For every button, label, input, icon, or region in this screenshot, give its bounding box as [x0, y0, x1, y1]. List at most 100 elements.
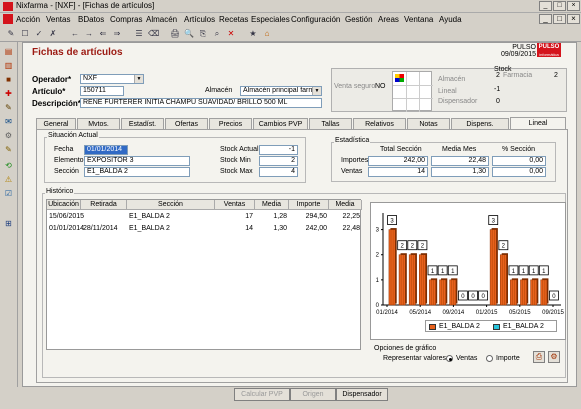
chart-options-title: Opciones de gráfico: [374, 345, 437, 352]
col-pct-seccion: % Sección: [502, 146, 536, 153]
stock-min-label: Stock Min: [220, 157, 251, 164]
title-bar: Nixfarma - [NXF] - [Fichas de artículos]…: [0, 0, 581, 13]
calcular-pvp-button[interactable]: Calcular PVP: [234, 388, 290, 401]
origen-button[interactable]: Origen: [290, 388, 336, 401]
x-tick-label: 09/2014: [443, 310, 465, 316]
favorite-icon[interactable]: ★: [248, 29, 258, 39]
home-icon[interactable]: ⌂: [262, 29, 272, 39]
importes-media: 22,48: [431, 156, 489, 166]
col-seccion[interactable]: Sección: [127, 200, 215, 210]
ventas-total: 14: [368, 167, 428, 177]
stock-actual-label: Stock Actual: [220, 146, 259, 153]
seccion-input[interactable]: E1_BALDA 2: [84, 167, 190, 177]
menu-recetas[interactable]: Recetas: [219, 15, 248, 24]
menu-ventas[interactable]: Ventas: [46, 15, 70, 24]
menu-accion[interactable]: Acción: [16, 15, 40, 24]
find-icon[interactable]: ⌕: [212, 29, 222, 39]
purchases-icon[interactable]: ▥: [3, 60, 14, 71]
stock-icon[interactable]: ■: [3, 74, 14, 85]
col-media-importe[interactable]: Media: [329, 200, 362, 210]
first-icon[interactable]: ⇐: [98, 29, 108, 39]
pencil-icon[interactable]: ✎: [3, 144, 14, 155]
menu-bdatos[interactable]: BDatos: [78, 15, 104, 24]
stock-farmacia-value: 2: [554, 72, 558, 79]
descripcion-input[interactable]: RENE FURTERER INITIA CHAMPU SUAVIDAD/ BR…: [80, 98, 322, 108]
edit-icon[interactable]: ✎: [3, 102, 14, 113]
menu-configuracion[interactable]: Configuración: [291, 15, 340, 24]
copy-icon[interactable]: ⎘: [198, 29, 208, 39]
grid-icon[interactable]: ⊞: [3, 218, 14, 229]
warning-icon[interactable]: ⚠: [3, 174, 14, 185]
col-ubicacion[interactable]: Ubicación: [47, 200, 81, 210]
fecha-input[interactable]: 01/01/2014: [84, 145, 128, 155]
toolbar: ✎ ☐ ✓ ✗ ← → ⇐ ⇒ ☰ ⌫ 🖨 🔍 ⎘ ⌕ ✕ ★ ⌂: [0, 26, 581, 42]
menu-almacen[interactable]: Almacén: [146, 15, 177, 24]
cancel-icon[interactable]: ✗: [48, 29, 58, 39]
seccion-label: Sección: [54, 168, 79, 175]
bar: [439, 279, 447, 306]
elemento-input[interactable]: EXPOSITOR 3: [84, 156, 190, 166]
bar: [489, 229, 497, 306]
next-icon[interactable]: →: [84, 29, 94, 39]
col-importe[interactable]: Importe: [289, 200, 329, 210]
print-chart-icon[interactable]: ⎙: [533, 351, 545, 363]
menu-ayuda[interactable]: Ayuda: [439, 15, 462, 24]
stock-max-label: Stock Max: [220, 168, 253, 175]
minimize-button[interactable]: _: [539, 1, 552, 11]
bar: [520, 279, 527, 306]
close-form-icon[interactable]: ✕: [226, 29, 236, 39]
last-icon[interactable]: ⇒: [112, 29, 122, 39]
stock-min-input[interactable]: 2: [259, 156, 298, 166]
menu-areas[interactable]: Areas: [378, 15, 399, 24]
accept-icon[interactable]: ✓: [34, 29, 44, 39]
stock-max-input[interactable]: 4: [259, 167, 298, 177]
close-button[interactable]: ×: [567, 1, 580, 11]
bar: [510, 279, 517, 306]
y-tick-label: 1: [376, 278, 380, 284]
menu-ventana[interactable]: Ventana: [404, 15, 433, 24]
mail-icon[interactable]: ✉: [3, 116, 14, 127]
edit-icon[interactable]: ✎: [6, 29, 16, 39]
app-icon: [3, 2, 13, 11]
stock-almacen-value: 2: [496, 72, 500, 79]
radio-importe[interactable]: [486, 355, 493, 362]
search-icon[interactable]: 🔍: [184, 29, 194, 39]
operador-select[interactable]: NXF ▼: [80, 74, 144, 84]
prev-icon[interactable]: ←: [70, 29, 80, 39]
menu-bar: Acción Ventas BDatos Compras Almacén Art…: [0, 13, 581, 26]
check-icon[interactable]: ☑: [3, 188, 14, 199]
form-title: Fichas de artículos: [32, 47, 123, 58]
legend-series-2: E1_BALDA 2: [503, 323, 544, 330]
articulo-input[interactable]: 150711: [80, 86, 124, 96]
health-icon[interactable]: ✚: [3, 88, 14, 99]
radio-ventas[interactable]: [446, 355, 453, 362]
menu-gestion[interactable]: Gestión: [345, 15, 373, 24]
dispensador-button[interactable]: Dispensador: [336, 388, 388, 401]
chart-settings-icon[interactable]: ⚙: [548, 351, 560, 363]
col-media[interactable]: Media: [255, 200, 289, 210]
sales-icon[interactable]: ▤: [3, 46, 14, 57]
refresh-icon[interactable]: ⟲: [3, 160, 14, 171]
list-icon[interactable]: ☰: [134, 29, 144, 39]
bar: [530, 279, 538, 306]
importes-pct: 0,00: [492, 156, 546, 166]
stock-actual-input[interactable]: -1: [259, 145, 298, 155]
menu-compras[interactable]: Compras: [110, 15, 142, 24]
inner-minimize-button[interactable]: _: [539, 14, 552, 24]
x-tick-label: 01/2015: [476, 310, 498, 316]
menu-articulos[interactable]: Artículos: [184, 15, 215, 24]
almacen-select[interactable]: Almacén principal farma ▼: [240, 86, 322, 96]
col-retirada[interactable]: Retirada: [81, 200, 127, 210]
descripcion-label: Descripción*: [32, 99, 81, 108]
delete-icon[interactable]: ⌫: [148, 29, 159, 39]
menu-especiales[interactable]: Especiales: [251, 15, 290, 24]
col-ventas[interactable]: Ventas: [215, 200, 255, 210]
inner-maximize-button[interactable]: □: [553, 14, 566, 24]
chart-legend: E1_BALDA 2 E1_BALDA 2: [425, 320, 557, 332]
inner-close-button[interactable]: ×: [567, 14, 580, 24]
print-icon[interactable]: 🖨: [170, 29, 180, 39]
ventas-pct: 0,00: [492, 167, 546, 177]
maximize-button[interactable]: □: [553, 1, 566, 11]
settings-icon[interactable]: ⚙: [3, 130, 14, 141]
new-icon[interactable]: ☐: [20, 29, 30, 39]
